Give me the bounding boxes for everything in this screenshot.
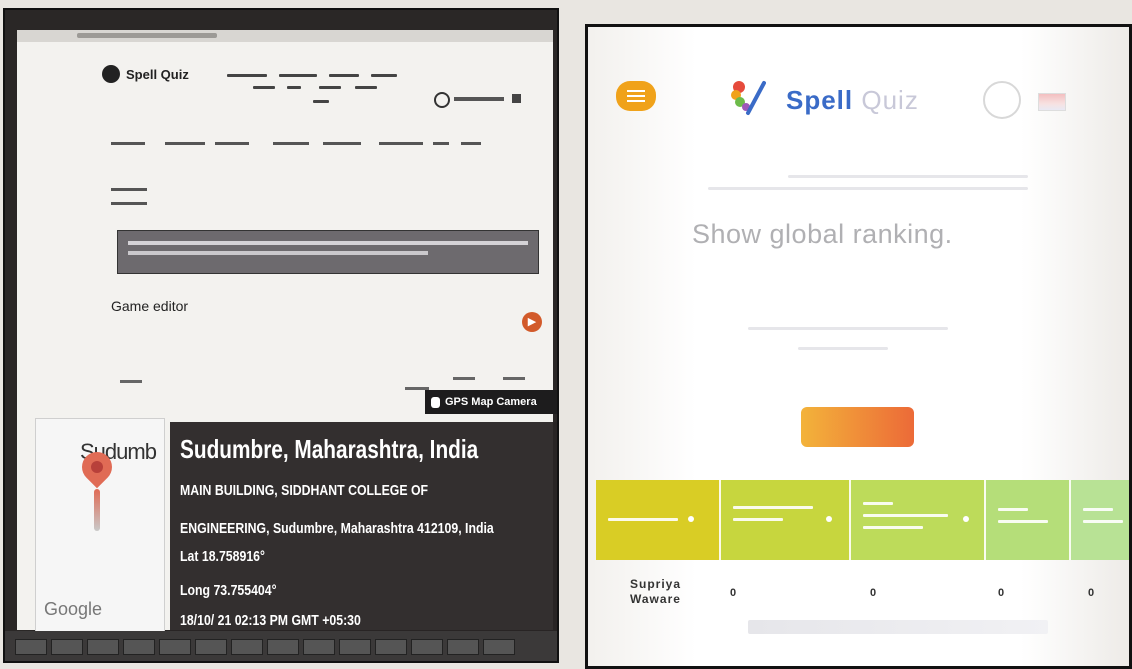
map-thumbnail: Sudumb Google	[35, 418, 165, 645]
spell-quiz-logo-icon	[102, 65, 120, 83]
score-cell: 0	[870, 587, 877, 599]
gps-map-camera-tag: GPS Map Camera	[425, 390, 557, 414]
brand-text: Spell Quiz	[126, 66, 189, 82]
tab[interactable]	[273, 142, 309, 145]
flag-icon[interactable]	[512, 94, 521, 103]
browser-address-bar[interactable]	[17, 30, 553, 42]
nav-link[interactable]	[253, 86, 275, 89]
leaderboard-player: Supriya Waware	[630, 577, 681, 607]
leaderboard-header	[596, 480, 1129, 560]
nav-link[interactable]	[313, 100, 329, 103]
nav-link[interactable]	[279, 74, 317, 77]
longitude: Long 73.755404°	[180, 582, 277, 599]
address-line-2: ENGINEERING, Sudumbre, Maharashtra 41210…	[180, 520, 494, 537]
menu-button[interactable]	[616, 81, 656, 111]
column-header[interactable]	[986, 480, 1071, 560]
spell-quiz-logo-icon	[731, 81, 766, 115]
tab[interactable]	[215, 142, 249, 145]
nav-link[interactable]	[319, 86, 341, 89]
timestamp: 18/10/ 21 02:13 PM GMT +05:30	[180, 612, 361, 629]
right-photo: Spell Quiz Show global ranking. Supriya …	[585, 24, 1132, 669]
brand-faded: Quiz	[861, 85, 919, 115]
language-flag-icon[interactable]	[1038, 93, 1066, 111]
account-icon[interactable]	[983, 81, 1021, 119]
nav-link[interactable]	[227, 74, 267, 77]
location-city: Sudumbre, Maharashtra, India	[180, 434, 479, 464]
player-first-name: Supriya	[630, 577, 682, 591]
global-ranking-label: Show global ranking.	[692, 219, 953, 249]
nav-link[interactable]	[287, 86, 301, 89]
player-last-name: Waware	[630, 592, 681, 606]
tab[interactable]	[111, 142, 145, 145]
gps-tag-label: GPS Map Camera	[445, 396, 537, 408]
tab[interactable]	[433, 142, 449, 145]
brand-main: Spell	[786, 85, 854, 115]
brand-text[interactable]: Spell Quiz	[786, 85, 919, 116]
account-icon[interactable]	[434, 92, 450, 108]
faded-text	[748, 327, 948, 330]
tab[interactable]	[379, 142, 423, 145]
location-pin-tail	[94, 489, 100, 531]
game-editor-title: Game editor	[111, 298, 189, 314]
info-banner	[117, 230, 539, 274]
gps-info-overlay: Sudumbre, Maharashtra, India MAIN BUILDI…	[170, 422, 557, 661]
camera-pin-icon	[431, 396, 440, 408]
faded-text	[788, 175, 1028, 178]
tab[interactable]	[461, 142, 481, 145]
score-cell: 0	[1088, 587, 1095, 599]
tab[interactable]	[165, 142, 205, 145]
faded-text	[798, 347, 888, 350]
tab[interactable]	[323, 142, 361, 145]
column-header[interactable]	[596, 480, 721, 560]
field-label	[453, 377, 475, 380]
checkbox-option[interactable]	[111, 188, 147, 191]
column-header[interactable]	[721, 480, 851, 560]
checkbox-option[interactable]	[111, 202, 147, 205]
score-cell: 0	[998, 587, 1005, 599]
spell-quiz-logo[interactable]: Spell Quiz	[102, 65, 189, 83]
map-provider-label: Google	[44, 599, 103, 619]
faded-text	[708, 187, 1028, 190]
left-photo: Spell Quiz Game editor ▶ GPS Map Camera …	[3, 8, 559, 663]
score-cell: 0	[730, 587, 737, 599]
column-header[interactable]	[851, 480, 986, 560]
field-label	[503, 377, 525, 380]
field-label	[120, 380, 142, 383]
latitude: Lat 18.758916°	[180, 548, 265, 565]
laptop-keyboard	[5, 631, 557, 661]
next-button[interactable]: ▶	[522, 312, 542, 332]
nav-link[interactable]	[329, 74, 359, 77]
faded-footer-text	[748, 620, 1048, 634]
nav-link[interactable]	[355, 86, 377, 89]
address-line-1: MAIN BUILDING, SIDDHANT COLLEGE OF	[180, 482, 429, 499]
account-name[interactable]	[454, 97, 504, 101]
column-header[interactable]	[1071, 480, 1129, 560]
nav-link[interactable]	[371, 74, 397, 77]
show-ranking-button[interactable]	[801, 407, 914, 447]
